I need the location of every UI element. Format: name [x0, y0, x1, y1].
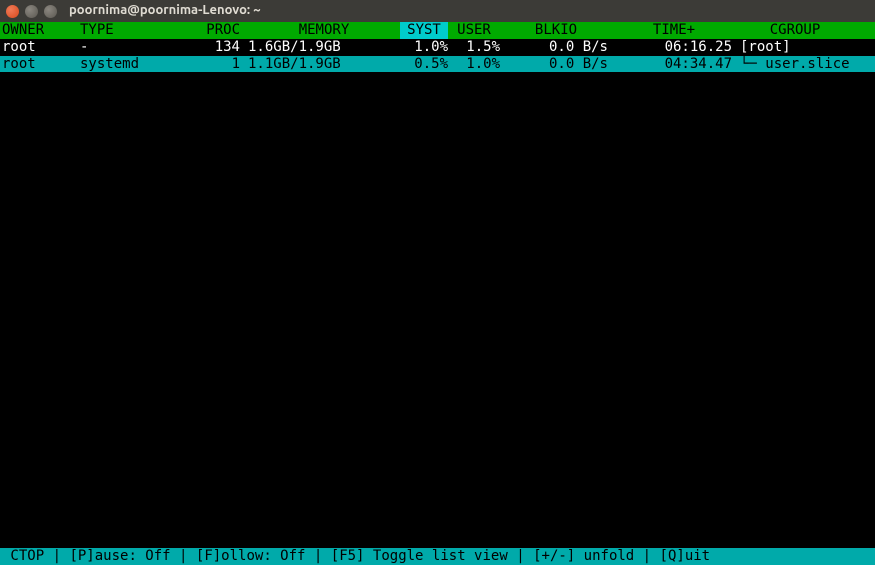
- footer-follow[interactable]: [F]ollow: Off: [187, 548, 313, 565]
- footer-pause[interactable]: [P]ause: Off: [61, 548, 179, 565]
- cell-time: 06:16.25: [616, 39, 736, 56]
- terminal-empty-area: [0, 72, 875, 548]
- cell-owner: root: [0, 39, 80, 56]
- col-blkio: BLKIO: [504, 22, 616, 39]
- footer-app: CTOP: [2, 548, 53, 565]
- footer-bar: CTOP | [P]ause: Off | [F]ollow: Off | [F…: [0, 548, 875, 565]
- col-proc: PROC: [168, 22, 248, 39]
- footer-toggle[interactable]: [F5] Toggle list view: [322, 548, 516, 565]
- window-controls: [6, 5, 57, 18]
- close-button[interactable]: [6, 5, 19, 18]
- table-header: OWNER TYPE PROC MEMORY SYST USER BLKIO T…: [0, 22, 875, 39]
- cell-blkio: 0.0 B/s: [504, 56, 616, 73]
- cell-syst: 1.0%: [400, 39, 448, 56]
- cell-type: systemd: [80, 56, 168, 73]
- cell-proc: 134: [168, 39, 248, 56]
- cell-blkio: 0.0 B/s: [504, 39, 616, 56]
- cell-proc: 1: [168, 56, 248, 73]
- cell-syst: 0.5%: [400, 56, 448, 73]
- cell-user: 1.5%: [448, 39, 504, 56]
- col-type: TYPE: [80, 22, 168, 39]
- col-user: USER: [448, 22, 504, 39]
- col-memory: MEMORY: [248, 22, 400, 39]
- col-cgroup: CGROUP: [736, 22, 875, 39]
- footer-unfold[interactable]: [+/-] unfold: [525, 548, 643, 565]
- cell-memory: 1.6GB/1.9GB: [248, 39, 400, 56]
- cell-user: 1.0%: [448, 56, 504, 73]
- cell-memory: 1.1GB/1.9GB: [248, 56, 400, 73]
- cell-cgroup: └─ user.slice: [736, 56, 875, 73]
- col-time: TIME+: [616, 22, 736, 39]
- cell-time: 04:34.47: [616, 56, 736, 73]
- cell-cgroup: [root]: [736, 39, 875, 56]
- col-owner: OWNER: [0, 22, 80, 39]
- footer-quit[interactable]: [Q]uit: [651, 548, 718, 565]
- cell-type: -: [80, 39, 168, 56]
- table-row[interactable]: root - 134 1.6GB/1.9GB 1.0% 1.5% 0.0 B/s…: [0, 39, 875, 56]
- window-title: poornima@poornima-Lenovo: ~: [69, 3, 261, 19]
- minimize-button[interactable]: [25, 5, 38, 18]
- cell-owner: root: [0, 56, 80, 73]
- table-row[interactable]: root systemd 1 1.1GB/1.9GB 0.5% 1.0% 0.0…: [0, 56, 875, 73]
- maximize-button[interactable]: [44, 5, 57, 18]
- terminal[interactable]: OWNER TYPE PROC MEMORY SYST USER BLKIO T…: [0, 22, 875, 565]
- col-syst: SYST: [400, 22, 448, 39]
- titlebar: poornima@poornima-Lenovo: ~: [0, 0, 875, 22]
